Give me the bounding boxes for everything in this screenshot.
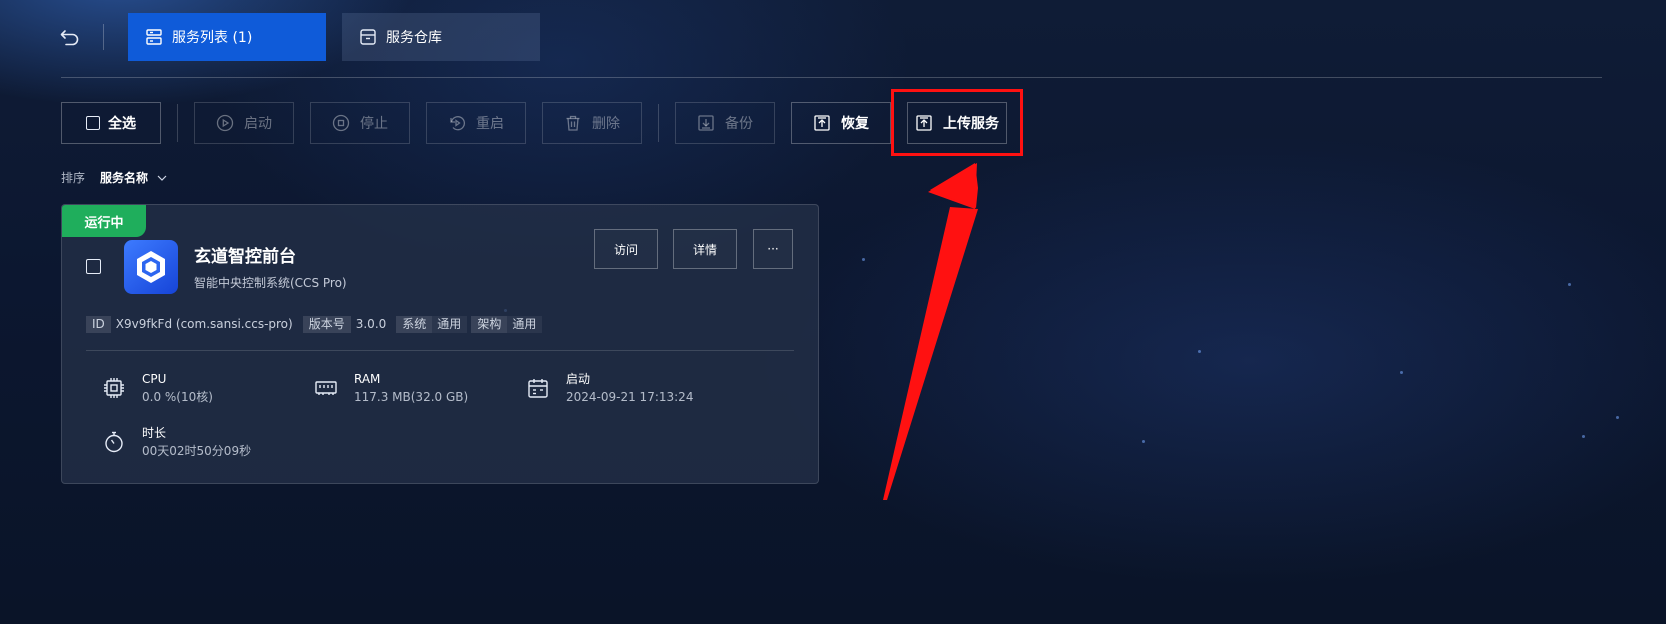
tag-id: ID X9v9fkFd (com.sansi.ccs-pro) (86, 316, 299, 333)
tag-key: 架构 (471, 316, 508, 333)
service-checkbox[interactable] (86, 259, 101, 274)
highlight-box (891, 89, 1023, 156)
restore-label: 恢复 (841, 116, 869, 132)
stop-button[interactable]: 停止 (310, 102, 410, 144)
metric-value: 0.0 %(10核) (142, 390, 213, 404)
tag-value: X9v9fkFd (com.sansi.ccs-pro) (115, 317, 293, 331)
play-circle-icon (216, 114, 234, 132)
stop-label: 停止 (360, 116, 388, 132)
visit-button[interactable]: 访问 (594, 229, 658, 269)
toolbar-divider (658, 104, 659, 142)
delete-button[interactable]: 删除 (542, 102, 642, 144)
app-logo (124, 240, 178, 294)
backup-button[interactable]: 备份 (675, 102, 775, 144)
hexagon-logo-icon (137, 251, 165, 283)
calendar-icon (528, 379, 548, 398)
tab-label: 服务仓库 (386, 30, 442, 46)
header-divider (103, 24, 104, 50)
memory-module-icon (315, 381, 337, 395)
metric-value: 2024-09-21 17:13:24 (566, 390, 694, 404)
service-tags: ID X9v9fkFd (com.sansi.ccs-pro) 版本号 3.0.… (86, 316, 546, 333)
sort-value: 服务名称 (100, 171, 149, 185)
background-dot (1198, 350, 1201, 353)
card-divider (86, 350, 794, 351)
tab-service-list[interactable]: 服务列表 (1) (128, 13, 326, 61)
metric-value: 00天02时50分09秒 (142, 444, 252, 458)
tab-service-repository[interactable]: 服务仓库 (342, 13, 540, 61)
tag-arch: 架构 通用 (471, 316, 543, 333)
archive-box-icon (360, 29, 376, 45)
service-name: 玄道智控前台 (194, 247, 296, 267)
tag-value: 通用 (507, 316, 543, 333)
metric-label: RAM (354, 372, 381, 386)
metric-label: 启动 (566, 372, 591, 386)
back-button[interactable] (58, 26, 82, 50)
tab-label: 服务列表 (1) (172, 30, 253, 46)
cpu-chip-icon (104, 378, 124, 398)
backup-label: 备份 (725, 116, 753, 132)
service-description: 智能中央控制系统(CCS Pro) (194, 276, 347, 290)
background-dot (1400, 371, 1403, 374)
metric-value: 117.3 MB(32.0 GB) (354, 390, 469, 404)
sort-dropdown[interactable]: 服务名称 (100, 169, 168, 186)
select-all-label: 全选 (108, 116, 136, 132)
background-dot (862, 258, 865, 261)
trash-icon (566, 115, 580, 131)
stop-circle-icon (332, 114, 350, 132)
restart-label: 重启 (476, 116, 504, 132)
status-badge: 运行中 (62, 205, 146, 237)
header-separator (61, 77, 1602, 78)
tag-value: 通用 (432, 316, 468, 333)
tag-key: ID (86, 316, 111, 333)
tag-key: 系统 (396, 316, 433, 333)
start-label: 启动 (244, 116, 272, 132)
select-all-button[interactable]: 全选 (61, 102, 161, 144)
details-button[interactable]: 详情 (673, 229, 737, 269)
tag-system: 系统 通用 (396, 316, 468, 333)
undo-arrow-icon (60, 30, 79, 46)
tag-key: 版本号 (302, 316, 351, 333)
background-dot (1568, 283, 1571, 286)
restart-button[interactable]: 重启 (426, 102, 526, 144)
metric-label: CPU (142, 372, 167, 386)
download-box-icon (698, 115, 714, 131)
metric-ram: RAM 117.3 MB(32.0 GB) (314, 371, 468, 406)
upload-box-icon (814, 115, 830, 131)
restore-button[interactable]: 恢复 (791, 102, 891, 144)
start-button[interactable]: 启动 (194, 102, 294, 144)
server-list-icon (146, 29, 162, 45)
more-button[interactable]: ··· (753, 229, 793, 269)
metric-label: 时长 (142, 426, 167, 440)
background-dot (1582, 435, 1585, 438)
metric-duration: 时长 00天02时50分09秒 (102, 425, 251, 460)
select-all-checkbox[interactable] (86, 116, 100, 130)
sort-label: 排序 (61, 171, 86, 185)
tag-version: 版本号 3.0.0 (302, 316, 393, 333)
restart-icon (450, 116, 465, 131)
delete-label: 删除 (592, 116, 620, 132)
background-dot (1616, 416, 1619, 419)
toolbar-divider (177, 104, 178, 142)
stopwatch-icon (105, 431, 123, 453)
metric-start-time: 启动 2024-09-21 17:13:24 (526, 371, 693, 406)
tag-value: 3.0.0 (355, 317, 387, 331)
metric-cpu: CPU 0.0 %(10核) (102, 371, 213, 406)
chevron-down-icon (157, 175, 167, 181)
background-dot (1142, 440, 1145, 443)
